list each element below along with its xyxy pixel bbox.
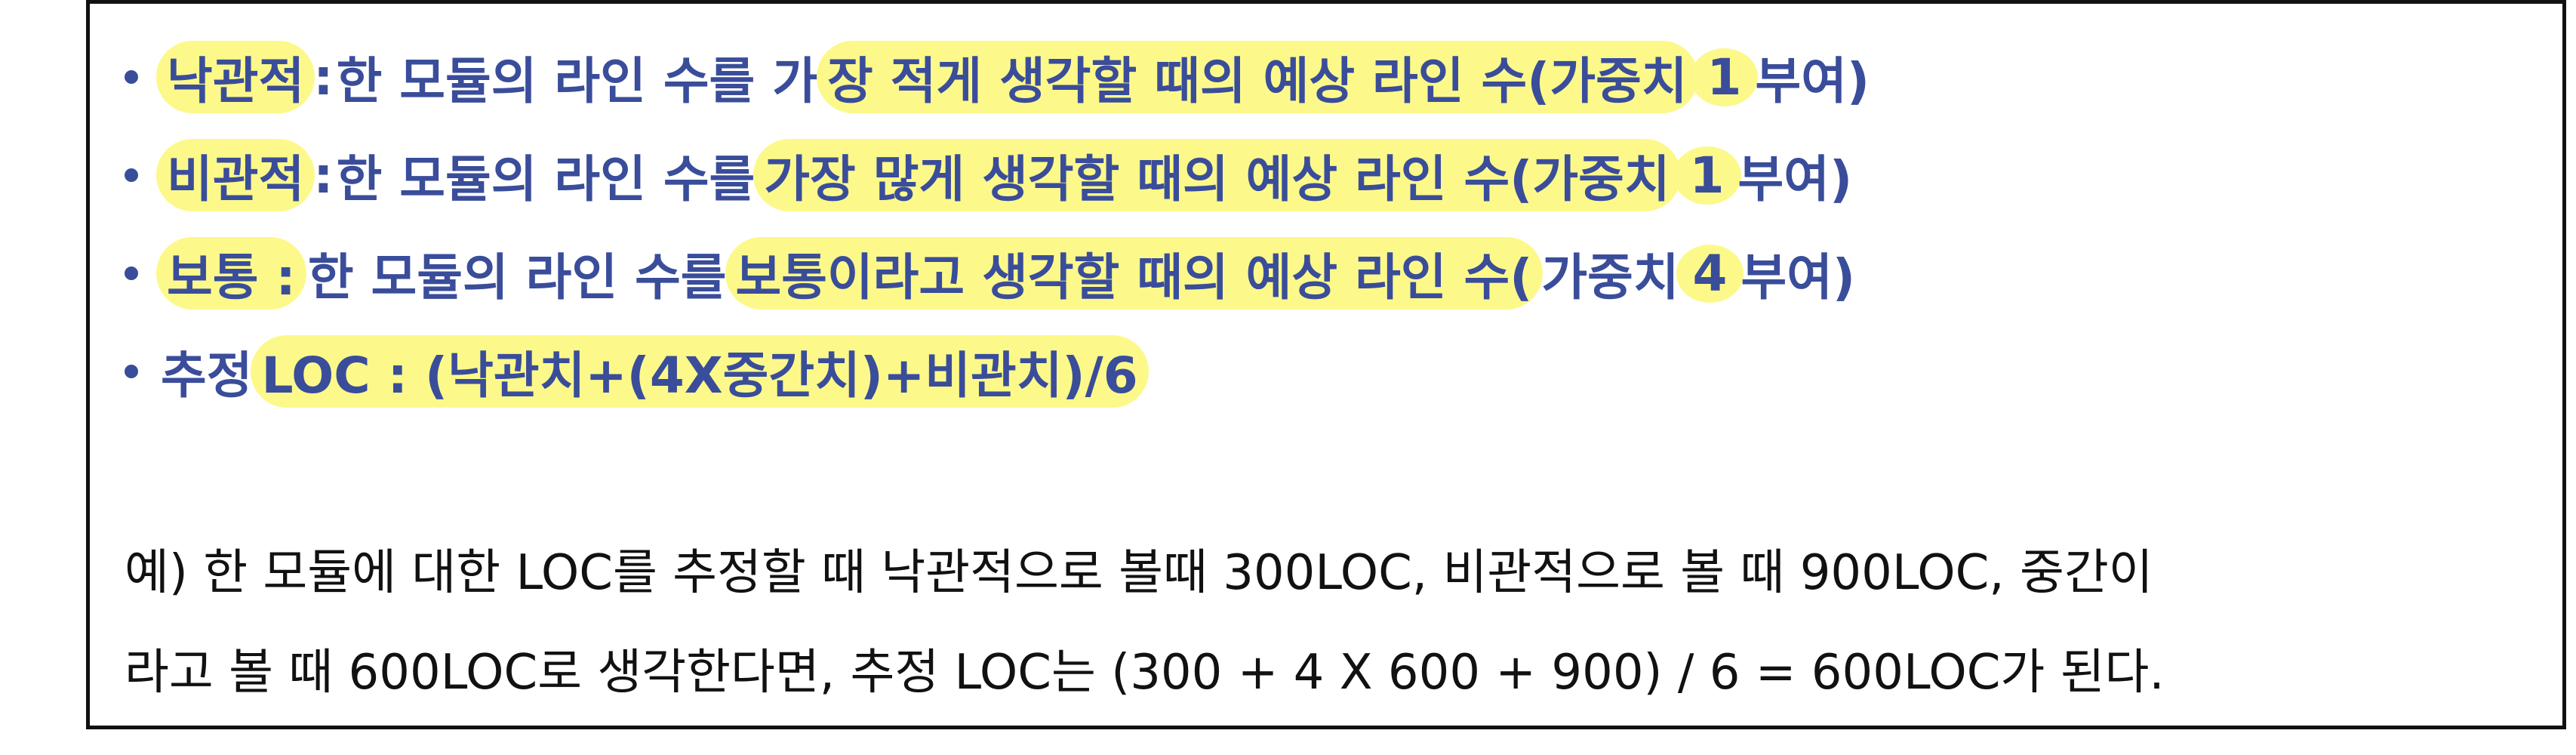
bullet-dot-icon [125, 267, 138, 280]
content-box: 낙관적 : 한 모듈의 라인 수를 가 장 적게 생각할 때의 예상 라인 수(… [86, 0, 2566, 729]
bullet-dot-icon [125, 70, 138, 84]
separator: : [313, 146, 334, 205]
bullet-dot-icon [125, 365, 138, 378]
description-end: 부여) [1740, 248, 1856, 307]
weight-value: 4 [1676, 244, 1744, 303]
example-line-2: 라고 볼 때 600LOC로 생각한다면, 추정 LOC는 (300 + 4 X… [125, 645, 2165, 701]
description-highlight: 가장 많게 생각할 때의 예상 라인 수(가중치 [753, 139, 1681, 211]
term-optimistic: 낙관적 [156, 41, 315, 113]
example-paragraph: 예) 한 모듈에 대한 LOC를 추정할 때 낙관적으로 볼때 300LOC, … [125, 523, 2540, 723]
separator: : [313, 48, 334, 106]
description-weight-label: 가중치 [1541, 248, 1679, 307]
bullet-estimate: 추정 LOC : (낙관치+(4X중간치)+비관치)/6 [125, 330, 1149, 413]
bullet-dot-icon [125, 168, 138, 182]
description-plain: 한 모듈의 라인 수를 가 [336, 52, 818, 110]
description-plain: 한 모듈의 라인 수를 [307, 248, 727, 307]
estimate-formula: LOC : (낙관치+(4X중간치)+비관치)/6 [251, 335, 1149, 408]
term-estimate: 추정 [161, 347, 253, 405]
bullet-normal: 보통 : 한 모듈의 라인 수를 보통이라고 생각할 때의 예상 라인 수( 가… [125, 232, 1857, 315]
description-end: 부여) [1737, 150, 1853, 208]
term-normal: 보통 : [156, 237, 306, 310]
description-plain: 한 모듈의 라인 수를 [336, 150, 756, 208]
description-highlight: 보통이라고 생각할 때의 예상 라인 수( [725, 237, 1543, 310]
description-highlight: 장 적게 생각할 때의 예상 라인 수(가중치 [816, 41, 1698, 113]
bullet-pessimistic: 비관적 : 한 모듈의 라인 수를 가장 많게 생각할 때의 예상 라인 수(가… [125, 134, 1854, 217]
description-end: 부여) [1755, 52, 1870, 110]
weight-value: 1 [1690, 48, 1759, 106]
weight-value: 1 [1673, 146, 1741, 205]
term-pessimistic: 비관적 [156, 139, 315, 211]
example-line-1: 예) 한 모듈에 대한 LOC를 추정할 때 낙관적으로 볼때 300LOC, … [125, 545, 2153, 601]
bullet-optimistic: 낙관적 : 한 모듈의 라인 수를 가 장 적게 생각할 때의 예상 라인 수(… [125, 35, 1871, 119]
